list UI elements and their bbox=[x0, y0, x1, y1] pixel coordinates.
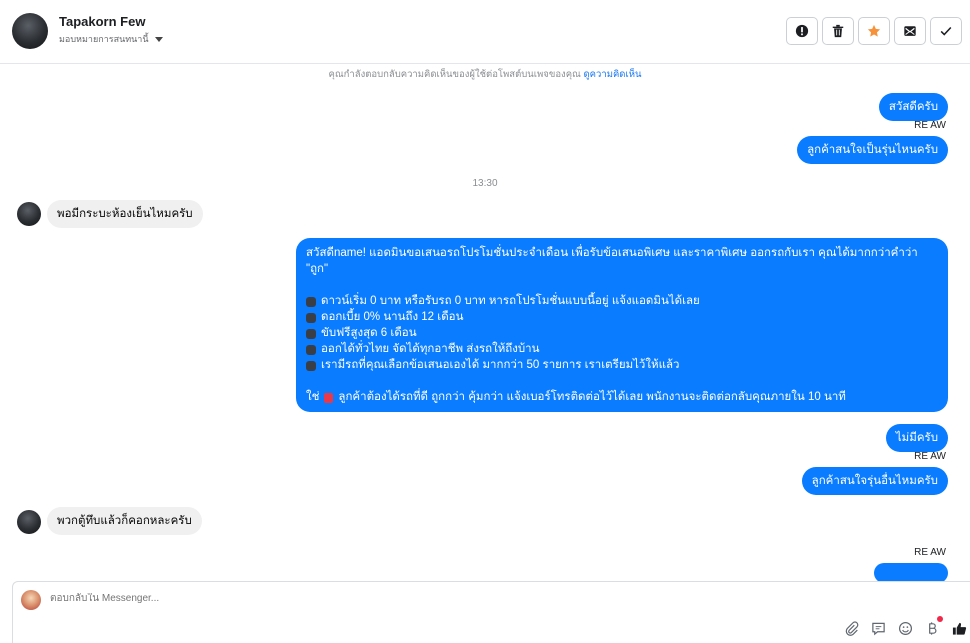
reply-input[interactable] bbox=[50, 593, 650, 604]
promo-bullet: ออกได้ทั่วไทย จัดได้ทุกอาชีพ ส่งรถให้ถึง… bbox=[321, 343, 540, 355]
checkmark-icon bbox=[940, 26, 952, 36]
baht-icon bbox=[928, 621, 936, 635]
done-button[interactable] bbox=[930, 17, 962, 45]
contact-avatar-small[interactable] bbox=[17, 202, 41, 226]
outgoing-message[interactable]: สวัสดีครับ bbox=[878, 93, 948, 121]
incoming-message[interactable]: พอมีกระบะห้องเย็นไหมครับ bbox=[47, 200, 203, 228]
assign-label: มอบหมายการสนทนานี้ bbox=[59, 34, 149, 44]
outgoing-message-partial[interactable] bbox=[874, 563, 948, 583]
outgoing-message[interactable]: ลูกค้าสนใจเป็นรุ่นไหนครับ bbox=[797, 136, 948, 164]
report-button[interactable] bbox=[786, 17, 818, 45]
promo-closing: ลูกค้าต้องได้รถที่ดี ถูกกว่า คุ้มกว่า แจ… bbox=[338, 391, 846, 403]
outgoing-promo-message[interactable]: สวัสดีname! แอดมินขอเสนอรถโปรโมชั่นประจำ… bbox=[296, 238, 948, 412]
mark-unread-button[interactable] bbox=[894, 17, 926, 45]
car-emoji-icon bbox=[306, 313, 316, 323]
mark-unread-icon bbox=[904, 26, 916, 36]
promo-bullet: ขับฟรีสูงสุด 6 เดือน bbox=[321, 327, 417, 339]
double-exclamation-icon bbox=[324, 393, 334, 403]
promo-line: สวัสดีname! แอดมินขอเสนอรถโปรโมชั่นประจำ… bbox=[306, 247, 918, 259]
reply-composer bbox=[12, 581, 970, 643]
comment-context-notice: คุณกำลังตอบกลับความคิดเห็นของผู้ใช้ต่อโพ… bbox=[0, 67, 970, 82]
sender-label: RE AW bbox=[914, 451, 946, 462]
view-comment-link[interactable]: ดูความคิดเห็น bbox=[584, 69, 642, 80]
car-emoji-icon bbox=[306, 329, 316, 339]
promo-bullet: ดาวน์เริ่ม 0 บาท หรือรับรถ 0 บาท หารถโปร… bbox=[321, 295, 700, 307]
attach-button[interactable] bbox=[842, 619, 860, 637]
like-button[interactable] bbox=[950, 619, 968, 637]
car-emoji-icon bbox=[306, 361, 316, 371]
timestamp: 13:30 bbox=[472, 178, 498, 189]
car-emoji-icon bbox=[306, 345, 316, 355]
star-icon bbox=[867, 24, 881, 37]
smiley-icon bbox=[898, 621, 912, 635]
outgoing-message[interactable]: ลูกค้าสนใจรุ่นอื่นไหมครับ bbox=[801, 467, 948, 495]
chat-bubble-icon bbox=[871, 622, 885, 635]
outgoing-message[interactable]: ไม่มีครับ bbox=[885, 424, 948, 452]
promo-bullet: เรามีรถที่คุณเลือกข้อเสนอเองได้ มากกว่า … bbox=[321, 359, 680, 371]
promo-line: "ถูก" bbox=[306, 263, 329, 275]
conversation-header: Tapakorn Few มอบหมายการสนทนานี้ bbox=[0, 0, 970, 64]
star-button[interactable] bbox=[858, 17, 890, 45]
promo-closing-prefix: ใช่ bbox=[306, 391, 320, 403]
chevron-down-icon bbox=[154, 36, 163, 42]
thumbs-up-icon bbox=[952, 622, 966, 635]
sender-label: RE AW bbox=[914, 120, 946, 131]
notification-dot bbox=[937, 616, 943, 622]
emoji-button[interactable] bbox=[896, 619, 914, 637]
contact-name[interactable]: Tapakorn Few bbox=[59, 14, 145, 29]
page-avatar bbox=[21, 590, 41, 610]
trash-icon bbox=[832, 24, 844, 38]
car-emoji-icon bbox=[306, 297, 316, 307]
promo-bullet: ดอกเบี้ย 0% นานถึง 12 เดือน bbox=[321, 311, 464, 323]
contact-avatar[interactable] bbox=[12, 13, 48, 49]
saved-replies-button[interactable] bbox=[869, 619, 887, 637]
report-icon bbox=[795, 24, 809, 38]
context-text: คุณกำลังตอบกลับความคิดเห็นของผู้ใช้ต่อโพ… bbox=[328, 69, 581, 80]
assign-conversation-dropdown[interactable]: มอบหมายการสนทนานี้ bbox=[59, 32, 163, 46]
incoming-message[interactable]: พวกตู้ทึบแล้วก็คอกหละครับ bbox=[47, 507, 202, 535]
contact-avatar-small[interactable] bbox=[17, 510, 41, 534]
sender-label: RE AW bbox=[914, 547, 946, 558]
delete-button[interactable] bbox=[822, 17, 854, 45]
paperclip-icon bbox=[845, 620, 858, 636]
